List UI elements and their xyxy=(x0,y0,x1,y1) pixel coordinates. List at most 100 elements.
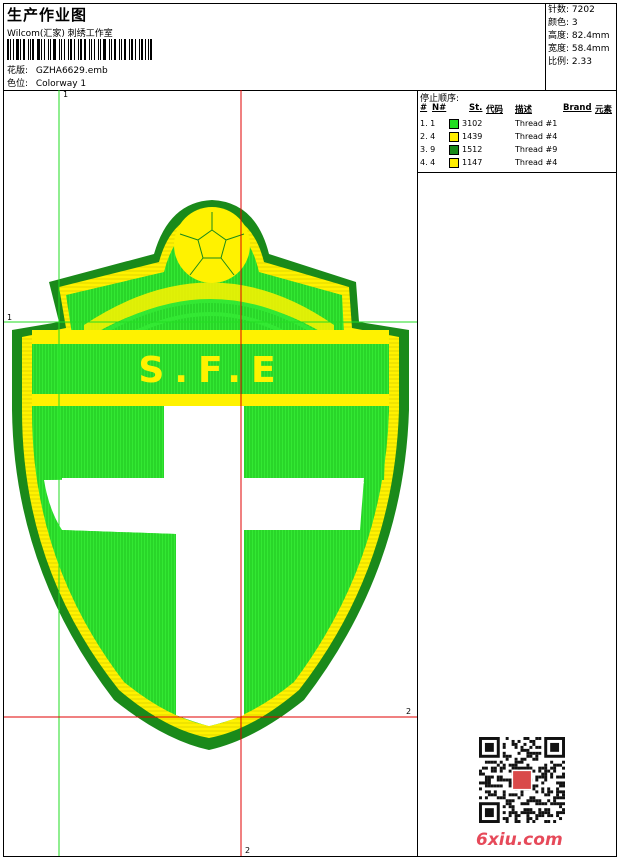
page-title: 生产作业图 xyxy=(7,6,88,24)
thread-color-swatch xyxy=(449,145,459,155)
cross-stem xyxy=(176,530,244,726)
col-st: St. xyxy=(469,103,483,113)
guide-mark-top: 1 xyxy=(63,90,69,99)
row-desc: Thread #4 xyxy=(515,158,558,167)
col-elem: 元素 xyxy=(595,105,613,115)
barcode-bar xyxy=(90,39,92,60)
barcode-bar xyxy=(29,39,31,60)
barcode-bar xyxy=(12,39,14,60)
row-stitches: 1512 xyxy=(462,145,483,154)
barcode-bar xyxy=(63,39,66,60)
barcode-bar xyxy=(130,39,134,60)
barcode-bar xyxy=(53,39,56,60)
barcode-bar xyxy=(9,39,11,60)
barcode-bar xyxy=(135,39,136,60)
barcode-bar xyxy=(27,39,29,60)
col-n: N# xyxy=(432,103,447,113)
barcode-bar xyxy=(7,39,9,60)
thread-color-swatch xyxy=(449,132,459,142)
barcode xyxy=(7,39,154,60)
mid-yellow-stripe xyxy=(32,394,389,406)
row-index: 3. 9 xyxy=(420,145,436,154)
colorway-name: Colorway 1 xyxy=(35,79,87,89)
col-code: 代码 xyxy=(486,105,504,115)
stop-sequence-panel: 停止顺序: # N# St. 代码 描述 Brand 元素 1. 1 3102 … xyxy=(418,90,616,173)
barcode-bar xyxy=(47,39,50,60)
barcode-bar xyxy=(121,39,122,60)
barcode-bar xyxy=(16,39,20,60)
row-stitches: 1439 xyxy=(462,132,483,141)
col-num: # xyxy=(420,103,428,113)
row-desc: Thread #1 xyxy=(515,119,558,128)
table-row: 1. 1 3102 Thread #1 xyxy=(418,118,616,131)
barcode-bar xyxy=(84,39,86,60)
col-brand: Brand xyxy=(563,103,592,113)
barcode-bar xyxy=(108,39,110,60)
table-row: 3. 9 1512 Thread #9 xyxy=(418,144,616,157)
barcode-bar xyxy=(103,39,106,60)
barcode-bar xyxy=(68,39,70,60)
table-row: 2. 4 1439 Thread #4 xyxy=(418,131,616,144)
barcode-bar xyxy=(114,39,117,60)
watermark-logo: 6xiu.com xyxy=(476,830,563,850)
row-index: 4. 4 xyxy=(420,158,436,167)
embroidery-preview: S.F.E xyxy=(4,90,417,856)
color-count: 颜色: 3 xyxy=(548,18,578,28)
colorway-row: 色位: Colorway 1 xyxy=(7,76,86,89)
design-height: 高度: 82.4mm xyxy=(548,31,610,41)
barcode-bar xyxy=(40,39,42,60)
barcode-bar xyxy=(93,39,96,60)
sheet-header: 生产作业图 Wilcom(汇家) 刺绣工作室 花版: GZHA6629.emb … xyxy=(4,4,616,91)
barcode-bar xyxy=(150,39,153,60)
barcode-bar xyxy=(100,39,102,60)
design-canvas: S.F.E 1 1 2 2 xyxy=(4,90,418,856)
qr-code xyxy=(479,737,565,823)
col-desc: 描述 xyxy=(515,105,533,115)
field-panel-top-left xyxy=(44,406,164,480)
specs-panel: 针数: 7202 颜色: 3 高度: 82.4mm 宽度: 58.4mm 比例:… xyxy=(545,4,617,90)
barcode-bar xyxy=(144,39,146,60)
studio-subtitle: Wilcom(汇家) 刺绣工作室 xyxy=(7,29,113,39)
guide-mark-right: 2 xyxy=(406,707,412,716)
barcode-bar xyxy=(43,39,45,60)
barcode-bar xyxy=(98,39,100,60)
barcode-bar xyxy=(50,39,52,60)
barcode-bar xyxy=(138,39,140,60)
cross-bar xyxy=(62,478,364,530)
design-scale: 比例: 2.33 xyxy=(548,57,592,67)
barcode-bar xyxy=(79,39,83,60)
barcode-bar xyxy=(110,39,113,60)
row-index: 1. 1 xyxy=(420,119,436,128)
guide-mark-bottom: 2 xyxy=(245,846,251,855)
row-desc: Thread #9 xyxy=(515,145,558,154)
row-stitches: 3102 xyxy=(462,119,483,128)
barcode-bar xyxy=(37,39,40,60)
field-panel-top-right xyxy=(244,406,387,480)
design-file-row: 花版: GZHA6629.emb xyxy=(7,63,108,76)
barcode-bar xyxy=(22,39,25,60)
barcode-bar xyxy=(123,39,126,60)
barcode-bar xyxy=(140,39,143,60)
row-stitches: 1147 xyxy=(462,158,483,167)
thread-color-swatch xyxy=(449,158,459,168)
production-sheet: 生产作业图 Wilcom(汇家) 刺绣工作室 花版: GZHA6629.emb … xyxy=(3,3,617,857)
barcode-bar xyxy=(73,39,75,60)
barcode-bar xyxy=(60,39,62,60)
guide-mark-left: 1 xyxy=(7,313,13,322)
stitch-count: 针数: 7202 xyxy=(548,5,595,15)
design-file-name: GZHA6629.emb xyxy=(35,66,108,76)
barcode-bar xyxy=(119,39,121,60)
row-desc: Thread #4 xyxy=(515,132,558,141)
row-index: 2. 4 xyxy=(420,132,436,141)
design-width: 宽度: 58.4mm xyxy=(548,44,610,54)
barcode-bar xyxy=(20,39,21,60)
barcode-bar xyxy=(88,39,90,60)
barcode-bar xyxy=(58,39,60,60)
barcode-bar xyxy=(148,39,150,60)
barcode-bar xyxy=(77,39,79,60)
barcode-bar xyxy=(32,39,35,60)
barcode-bar xyxy=(128,39,130,60)
club-initials: S.F.E xyxy=(138,350,285,391)
design-label: 花版: xyxy=(7,66,29,76)
table-row: 4. 4 1147 Thread #4 xyxy=(418,157,616,170)
